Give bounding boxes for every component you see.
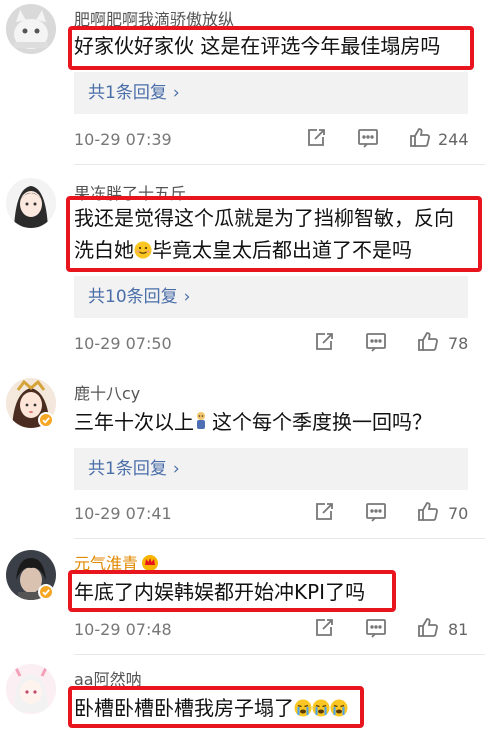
comment-meta: 10-29 07:50 78 <box>74 330 475 358</box>
comment-meta: 10-29 07:39 244 <box>74 126 475 154</box>
comment-meta: 10-29 07:41 70 <box>74 500 475 528</box>
comment-item: 鹿十八cy 三年十次以上 这个每个季度换一回吗？ 共1条回复 › 10-29 07:… <box>0 372 485 532</box>
comment-text-line: 洗白她 毕竟太皇太后都出道了不是吗 <box>74 234 465 266</box>
replies-label: 共1条回复 <box>88 83 167 103</box>
username[interactable]: aa阿然呐 <box>74 666 142 690</box>
comment-date: 10-29 07:41 <box>74 504 172 523</box>
thumbs-up-icon[interactable] <box>416 616 440 640</box>
like-count: 70 <box>448 504 469 523</box>
comment-date: 10-29 07:48 <box>74 620 172 639</box>
comment-item: 肥啊肥啊我滴骄傲放纵 好家伙好家伙 这是在评选今年最佳塌房吗 共1条回复 › 10… <box>0 0 485 160</box>
replies-link[interactable]: 共1条回复 › <box>74 448 468 490</box>
comment-text-part: 洗白她 <box>74 238 134 262</box>
comment-text-line: 我还是觉得这个瓜就是为了挡柳智敏，反向 <box>74 206 454 230</box>
replies-link[interactable]: 共10条回复 › <box>74 276 468 318</box>
face-emoji-icon <box>194 408 212 429</box>
chevron-right-icon: › <box>183 287 191 307</box>
comment-date: 10-29 07:50 <box>74 334 172 353</box>
username-label: 元气淮青 <box>74 554 139 573</box>
chevron-right-icon: › <box>172 459 180 479</box>
crying-emoji-icon <box>330 694 348 717</box>
crying-emoji-icon <box>294 694 312 717</box>
comment-text: 年底了内娱韩娱都开始冲KPI了吗 <box>74 580 366 604</box>
comment-icon[interactable] <box>364 500 388 524</box>
comment-text: 好家伙好家伙 这是在评选今年最佳塌房吗 <box>74 34 441 58</box>
verified-badge-icon <box>38 412 54 428</box>
comment-item: 元气淮青 年底了内娱韩娱都开始冲KPI了吗 10-29 07:48 81 <box>0 538 485 652</box>
username[interactable]: 肥啊肥啊我滴骄傲放纵 <box>74 6 234 30</box>
comment-icon[interactable] <box>356 126 380 150</box>
crying-emoji-icon <box>312 694 330 717</box>
share-icon[interactable] <box>304 126 328 150</box>
divider <box>74 164 485 165</box>
replies-label: 共10条回复 <box>88 287 178 307</box>
replies-label: 共1条回复 <box>88 459 167 479</box>
divider <box>74 538 485 539</box>
avatar[interactable] <box>6 178 56 228</box>
comment-text-part: 毕竟太皇太后都出道了不是吗 <box>152 238 412 262</box>
comment-meta: 10-29 07:48 81 <box>74 616 475 644</box>
comment-item: 果冻胖了十五斤 我还是觉得这个瓜就是为了挡柳智敏，反向 洗白她 毕竟太皇太后都出道… <box>0 164 485 362</box>
verified-badge-icon <box>38 584 54 600</box>
username[interactable]: 鹿十八cy <box>74 380 140 404</box>
like-count: 78 <box>448 334 469 353</box>
vip-crown-icon <box>140 553 160 575</box>
comment-item: aa阿然呐 卧槽卧槽卧槽我房子塌了 <box>0 654 485 730</box>
comment-text: 三年十次以上 这个每个季度换一回吗？ <box>74 406 465 438</box>
divider <box>74 654 485 655</box>
comment-date: 10-29 07:39 <box>74 130 172 149</box>
comment-icon[interactable] <box>364 616 388 640</box>
replies-link[interactable]: 共1条回复 › <box>74 72 468 114</box>
avatar[interactable] <box>6 664 56 714</box>
username[interactable]: 元气淮青 <box>74 550 160 575</box>
comment-text: 卧槽卧槽卧槽我房子塌了 <box>74 692 465 724</box>
shy-smile-emoji-icon <box>134 236 152 259</box>
username[interactable]: 果冻胖了十五斤 <box>74 180 186 204</box>
comment-text: 我还是觉得这个瓜就是为了挡柳智敏，反向 洗白她 毕竟太皇太后都出道了不是吗 <box>74 202 465 266</box>
avatar[interactable] <box>6 4 56 54</box>
comment-icon[interactable] <box>364 330 388 354</box>
thumbs-up-icon[interactable] <box>416 500 440 524</box>
like-count: 81 <box>448 620 469 639</box>
like-count: 244 <box>438 130 469 149</box>
chevron-right-icon: › <box>172 83 180 103</box>
thumbs-up-icon[interactable] <box>408 126 432 150</box>
thumbs-up-icon[interactable] <box>416 330 440 354</box>
comment-text-part: 这个每个季度换一回吗？ <box>212 410 432 434</box>
share-icon[interactable] <box>312 330 336 354</box>
comment-text-part: 卧槽卧槽卧槽我房子塌了 <box>74 696 294 720</box>
share-icon[interactable] <box>312 500 336 524</box>
comment-text-part: 三年十次以上 <box>74 410 194 434</box>
share-icon[interactable] <box>312 616 336 640</box>
